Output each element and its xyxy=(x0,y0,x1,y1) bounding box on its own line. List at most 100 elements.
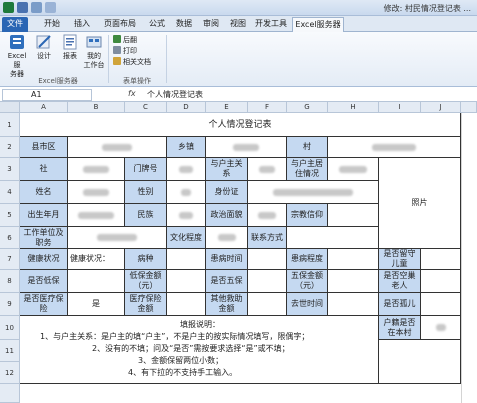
photo-area[interactable]: 照片 xyxy=(379,158,461,249)
residence-field[interactable] xyxy=(328,158,379,181)
formula-input[interactable]: 个人情况登记表 xyxy=(147,89,203,100)
tab-excel-server[interactable]: Excel服务器 xyxy=(292,17,344,32)
name-box[interactable]: A1 xyxy=(2,89,92,101)
low-income-field[interactable] xyxy=(68,270,125,293)
column-header[interactable]: E xyxy=(206,102,248,113)
column-header[interactable]: B xyxy=(68,102,125,113)
report-button[interactable]: 报表 xyxy=(58,34,82,61)
column-header[interactable]: A xyxy=(20,102,68,113)
id-card-field[interactable] xyxy=(248,181,379,204)
sick-time-field[interactable] xyxy=(248,249,287,270)
print-icon xyxy=(113,46,121,54)
column-header[interactable]: D xyxy=(167,102,206,113)
label-ethnic: 民族 xyxy=(125,204,167,227)
tab-developer[interactable]: 开发工具 xyxy=(252,17,290,32)
label-disease: 病种 xyxy=(125,249,167,270)
column-header[interactable]: G xyxy=(287,102,328,113)
society-field[interactable] xyxy=(68,158,125,181)
column-header[interactable]: H xyxy=(328,102,379,113)
township-field[interactable] xyxy=(206,137,287,158)
related-docs-button[interactable]: 相关文档 xyxy=(113,57,151,67)
low-amount-field[interactable] xyxy=(167,270,206,293)
medical-amount-field[interactable] xyxy=(167,293,206,316)
row-header[interactable]: 12 xyxy=(0,362,20,384)
tab-insert[interactable]: 插入 xyxy=(70,17,94,32)
tab-formulas[interactable]: 公式 xyxy=(145,17,169,32)
label-resident: 户籍是否在本村 xyxy=(379,316,421,340)
row-header[interactable]: 6 xyxy=(0,227,20,249)
birth-field[interactable] xyxy=(68,204,125,227)
fx-icon[interactable]: fx xyxy=(128,89,136,98)
print-button[interactable]: 打印 xyxy=(113,46,137,56)
row-header[interactable]: 5 xyxy=(0,204,20,227)
next-page-label: 后翻 xyxy=(123,36,137,44)
label-sick-time: 患病时间 xyxy=(206,249,248,270)
five-amount-field[interactable] xyxy=(328,270,379,293)
row-header[interactable]: 7 xyxy=(0,249,20,270)
county-field[interactable] xyxy=(68,137,167,158)
select-all-corner[interactable] xyxy=(0,102,20,113)
empty-cells[interactable] xyxy=(379,340,461,384)
row-header[interactable]: 8 xyxy=(0,270,20,293)
label-relation: 与户主关系 xyxy=(206,158,248,181)
row-header[interactable]: 3 xyxy=(0,158,20,181)
column-header[interactable]: F xyxy=(248,102,287,113)
label-county: 县市区 xyxy=(20,137,68,158)
my-workbench-button[interactable]: 我的 工作台 xyxy=(82,34,106,70)
house-no-field[interactable] xyxy=(167,158,206,181)
row-header[interactable]: 10 xyxy=(0,316,20,340)
row-header[interactable]: 9 xyxy=(0,293,20,316)
political-field[interactable] xyxy=(248,204,287,227)
save-icon[interactable] xyxy=(17,2,28,13)
row-header[interactable]: 1 xyxy=(0,113,20,137)
relation-field[interactable] xyxy=(248,158,287,181)
religion-field[interactable] xyxy=(328,204,379,227)
notes-title: 填报说明： xyxy=(180,320,220,329)
row-header[interactable]: 2 xyxy=(0,137,20,158)
other-aid-field[interactable] xyxy=(248,293,287,316)
column-header[interactable]: C xyxy=(125,102,167,113)
medical-field[interactable]: 是 xyxy=(68,293,125,316)
orphan-field[interactable] xyxy=(421,293,461,316)
row-header[interactable]: 4 xyxy=(0,181,20,204)
column-header[interactable]: J xyxy=(421,102,461,113)
tab-data[interactable]: 数据 xyxy=(172,17,196,32)
tab-home[interactable]: 开始 xyxy=(40,17,64,32)
contact-field[interactable] xyxy=(287,227,379,249)
column-header[interactable]: I xyxy=(379,102,421,113)
undo-icon[interactable] xyxy=(31,2,42,13)
row-header[interactable]: 11 xyxy=(0,340,20,362)
tab-view[interactable]: 视图 xyxy=(226,17,250,32)
related-docs-label: 相关文档 xyxy=(123,58,151,66)
excel-server-button[interactable]: Excel服 务器 xyxy=(5,34,29,79)
form-title[interactable]: 个人情况登记表 xyxy=(20,113,461,137)
ribbon-tabs: 文件 开始 插入 页面布局 公式 数据 审阅 视图 开发工具 Excel服务器 xyxy=(0,16,477,32)
five-guarantee-field[interactable] xyxy=(248,270,287,293)
redo-icon[interactable] xyxy=(45,2,56,13)
health-field[interactable]: 健康状况： xyxy=(68,249,125,270)
label-health: 健康状况 xyxy=(20,249,68,270)
next-page-button[interactable]: 后翻 xyxy=(113,35,137,45)
resident-field[interactable] xyxy=(421,316,461,340)
label-education: 文化程度 xyxy=(167,227,206,249)
empty-nest-field[interactable] xyxy=(421,270,461,293)
village-field[interactable] xyxy=(328,137,461,158)
label-death-time: 去世时间 xyxy=(287,293,328,316)
report-label: 报表 xyxy=(63,52,77,60)
name-field[interactable] xyxy=(68,181,125,204)
design-button[interactable]: 设计 xyxy=(32,34,56,61)
gridline xyxy=(461,113,462,403)
tab-page-layout[interactable]: 页面布局 xyxy=(100,17,140,32)
left-child-field[interactable] xyxy=(421,249,461,270)
label-birth: 出生年月 xyxy=(20,204,68,227)
tab-file[interactable]: 文件 xyxy=(2,17,28,32)
design-icon xyxy=(35,34,53,50)
education-field[interactable] xyxy=(206,227,248,249)
work-unit-field[interactable] xyxy=(68,227,167,249)
gender-field[interactable] xyxy=(167,181,206,204)
disease-field[interactable] xyxy=(167,249,206,270)
ethnic-field[interactable] xyxy=(167,204,206,227)
death-time-field[interactable] xyxy=(328,293,379,316)
sick-degree-field[interactable] xyxy=(328,249,379,270)
tab-review[interactable]: 审阅 xyxy=(199,17,223,32)
